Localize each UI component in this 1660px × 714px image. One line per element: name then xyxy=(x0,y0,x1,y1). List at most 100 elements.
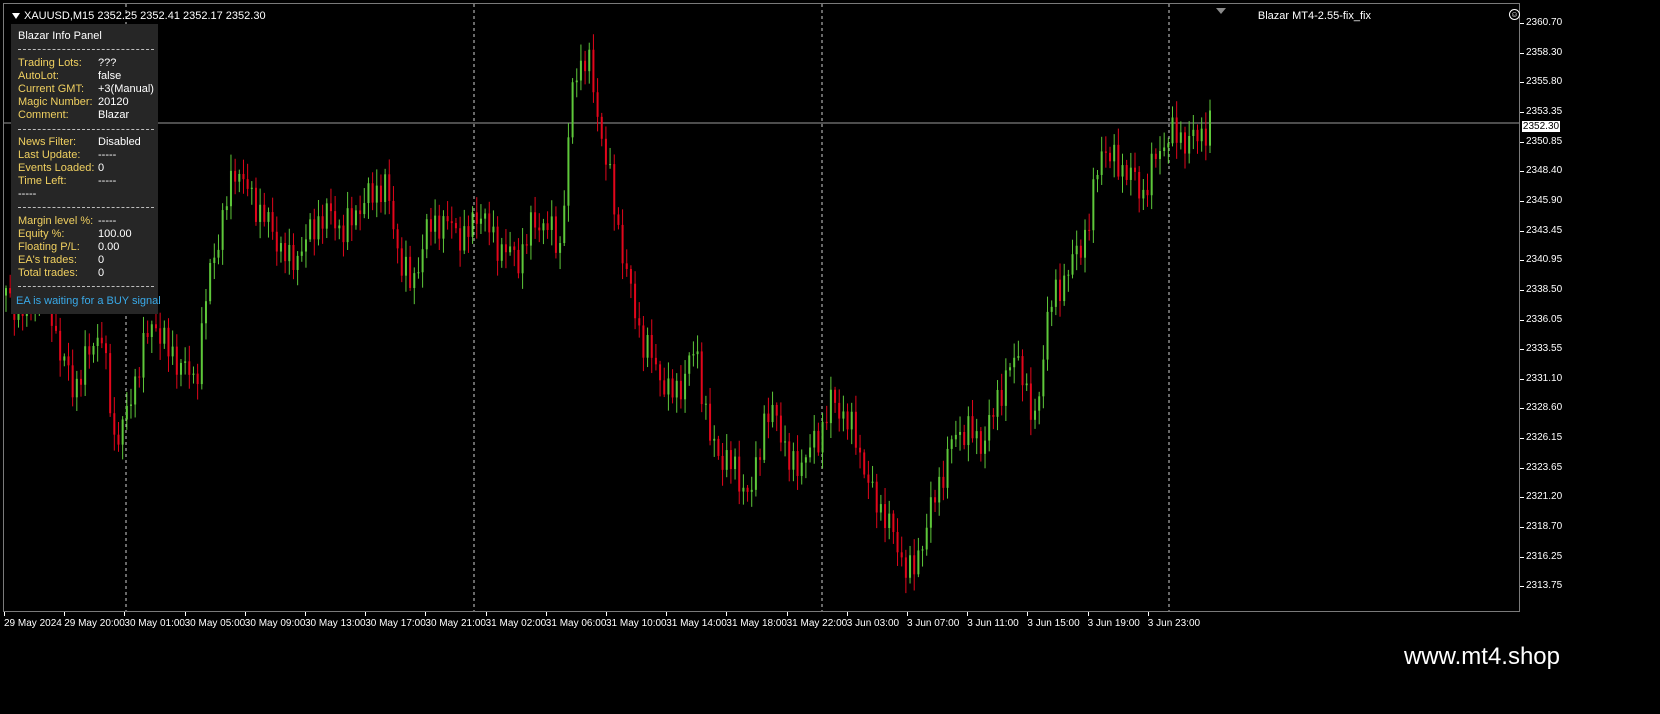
candle-body xyxy=(1063,275,1066,302)
time-axis[interactable]: 29 May 2024 29 May 20:00 30 May 01:00 30 Ma… xyxy=(0,612,1660,638)
candle-body xyxy=(1129,167,1132,180)
candle-body xyxy=(892,513,895,533)
candle-body xyxy=(1067,274,1070,276)
panel-divider xyxy=(18,286,154,287)
time-tick xyxy=(1147,612,1149,616)
candle-body xyxy=(1004,370,1007,406)
candle-body xyxy=(346,208,349,243)
candle-body xyxy=(679,380,682,400)
price-label: 2358.30 xyxy=(1526,46,1563,58)
candle-body xyxy=(934,497,937,503)
candle-body xyxy=(713,438,716,441)
candle-body xyxy=(946,448,949,488)
candle-body xyxy=(1154,153,1157,159)
candle-body xyxy=(442,216,445,239)
candle-body xyxy=(646,335,649,358)
candle-body xyxy=(159,328,162,344)
candle-body xyxy=(263,204,266,222)
row-key: Trading Lots: xyxy=(18,57,82,69)
candle-body xyxy=(225,206,228,211)
candle-body xyxy=(88,346,91,355)
candle-body xyxy=(163,327,166,344)
footer-bar: www.mt4.shop xyxy=(0,638,1660,714)
price-tick xyxy=(1520,408,1524,410)
candle-body xyxy=(742,487,745,492)
candle-body xyxy=(175,346,178,375)
candle-body xyxy=(413,273,416,288)
candle-body xyxy=(1054,279,1057,307)
smiley-icon[interactable]: ☺ xyxy=(1509,9,1520,20)
price-tick xyxy=(1520,438,1524,440)
price-label: 2313.75 xyxy=(1526,580,1563,592)
candle-body xyxy=(963,431,966,446)
price-tick xyxy=(1520,23,1524,24)
candle-body xyxy=(513,246,516,250)
candle-body xyxy=(338,225,341,229)
row-key: Last Update: xyxy=(18,149,81,161)
time-label: 29 May 2024 xyxy=(4,618,62,629)
time-label: 30 May 21:00 xyxy=(425,618,486,629)
chart-area[interactable]: XAUUSD,M15 2352.25 2352.41 2352.17 2352.… xyxy=(3,3,1520,612)
candle-body xyxy=(1013,357,1016,368)
candle-body xyxy=(784,441,787,443)
candle-body xyxy=(559,243,562,253)
current-price-label: 2352.30 xyxy=(1522,121,1560,132)
candle-body xyxy=(1034,410,1037,420)
row-key: Total trades: xyxy=(18,267,78,279)
price-tick xyxy=(1520,586,1524,588)
candle-body xyxy=(1000,389,1003,406)
candle-body xyxy=(146,333,149,337)
candle-body xyxy=(492,226,495,233)
chart-shift-marker-icon[interactable] xyxy=(1216,8,1226,14)
candle-body xyxy=(1088,229,1091,231)
time-label: 31 May 06:00 xyxy=(545,618,607,629)
candle-body xyxy=(567,137,570,206)
candle-body xyxy=(775,404,778,416)
time-label: 3 Jun 23:00 xyxy=(1147,618,1201,629)
candle-body xyxy=(1175,117,1178,143)
price-label: 2343.45 xyxy=(1526,224,1563,236)
candle-body xyxy=(425,219,428,250)
candle-body xyxy=(288,244,291,262)
candle-body xyxy=(846,411,849,430)
candle-body xyxy=(729,450,732,470)
candle-body xyxy=(1167,143,1170,148)
candle-body xyxy=(129,404,132,406)
price-label: 2345.90 xyxy=(1526,194,1563,206)
price-label: 2326.15 xyxy=(1526,432,1563,444)
row-value: 0 xyxy=(98,267,105,279)
candle-body xyxy=(917,550,920,575)
candle-body xyxy=(304,239,307,252)
candle-body xyxy=(275,231,278,252)
candle-body xyxy=(388,174,391,201)
candle-body xyxy=(1029,383,1032,420)
candle-body xyxy=(617,214,620,225)
time-tick xyxy=(786,612,788,616)
info-panel: Blazar Info Panel Trading Lots:??? AutoL… xyxy=(11,24,161,314)
candle-body xyxy=(475,212,478,224)
row-key: Floating P/L: xyxy=(18,241,80,253)
candle-body xyxy=(829,389,832,424)
symbol-info[interactable]: XAUUSD,M15 2352.25 2352.41 2352.17 2352.… xyxy=(12,10,266,22)
time-label: 29 May 20:00 xyxy=(64,618,125,629)
panel-divider xyxy=(18,207,154,208)
candle-body xyxy=(479,218,482,224)
candle-body xyxy=(809,447,812,458)
price-tick xyxy=(1520,141,1524,143)
price-label: 2316.25 xyxy=(1526,550,1563,562)
triangle-down-icon[interactable] xyxy=(12,13,20,20)
candle-body xyxy=(1192,129,1195,137)
candle-body xyxy=(209,263,212,302)
time-tick xyxy=(606,612,607,616)
candle-body xyxy=(488,213,491,233)
candle-body xyxy=(75,378,78,398)
candle-body xyxy=(667,378,670,395)
candle-body xyxy=(179,362,182,375)
price-axis[interactable]: 2360.70 2358.30 2355.80 2353.35 2350.85 2348.… xyxy=(1520,3,1660,613)
panel-divider xyxy=(18,129,154,130)
candle-body xyxy=(504,244,507,253)
candle-body xyxy=(71,365,74,398)
candle-body xyxy=(967,416,970,446)
candle-body xyxy=(663,380,666,395)
candle-body xyxy=(771,404,774,423)
